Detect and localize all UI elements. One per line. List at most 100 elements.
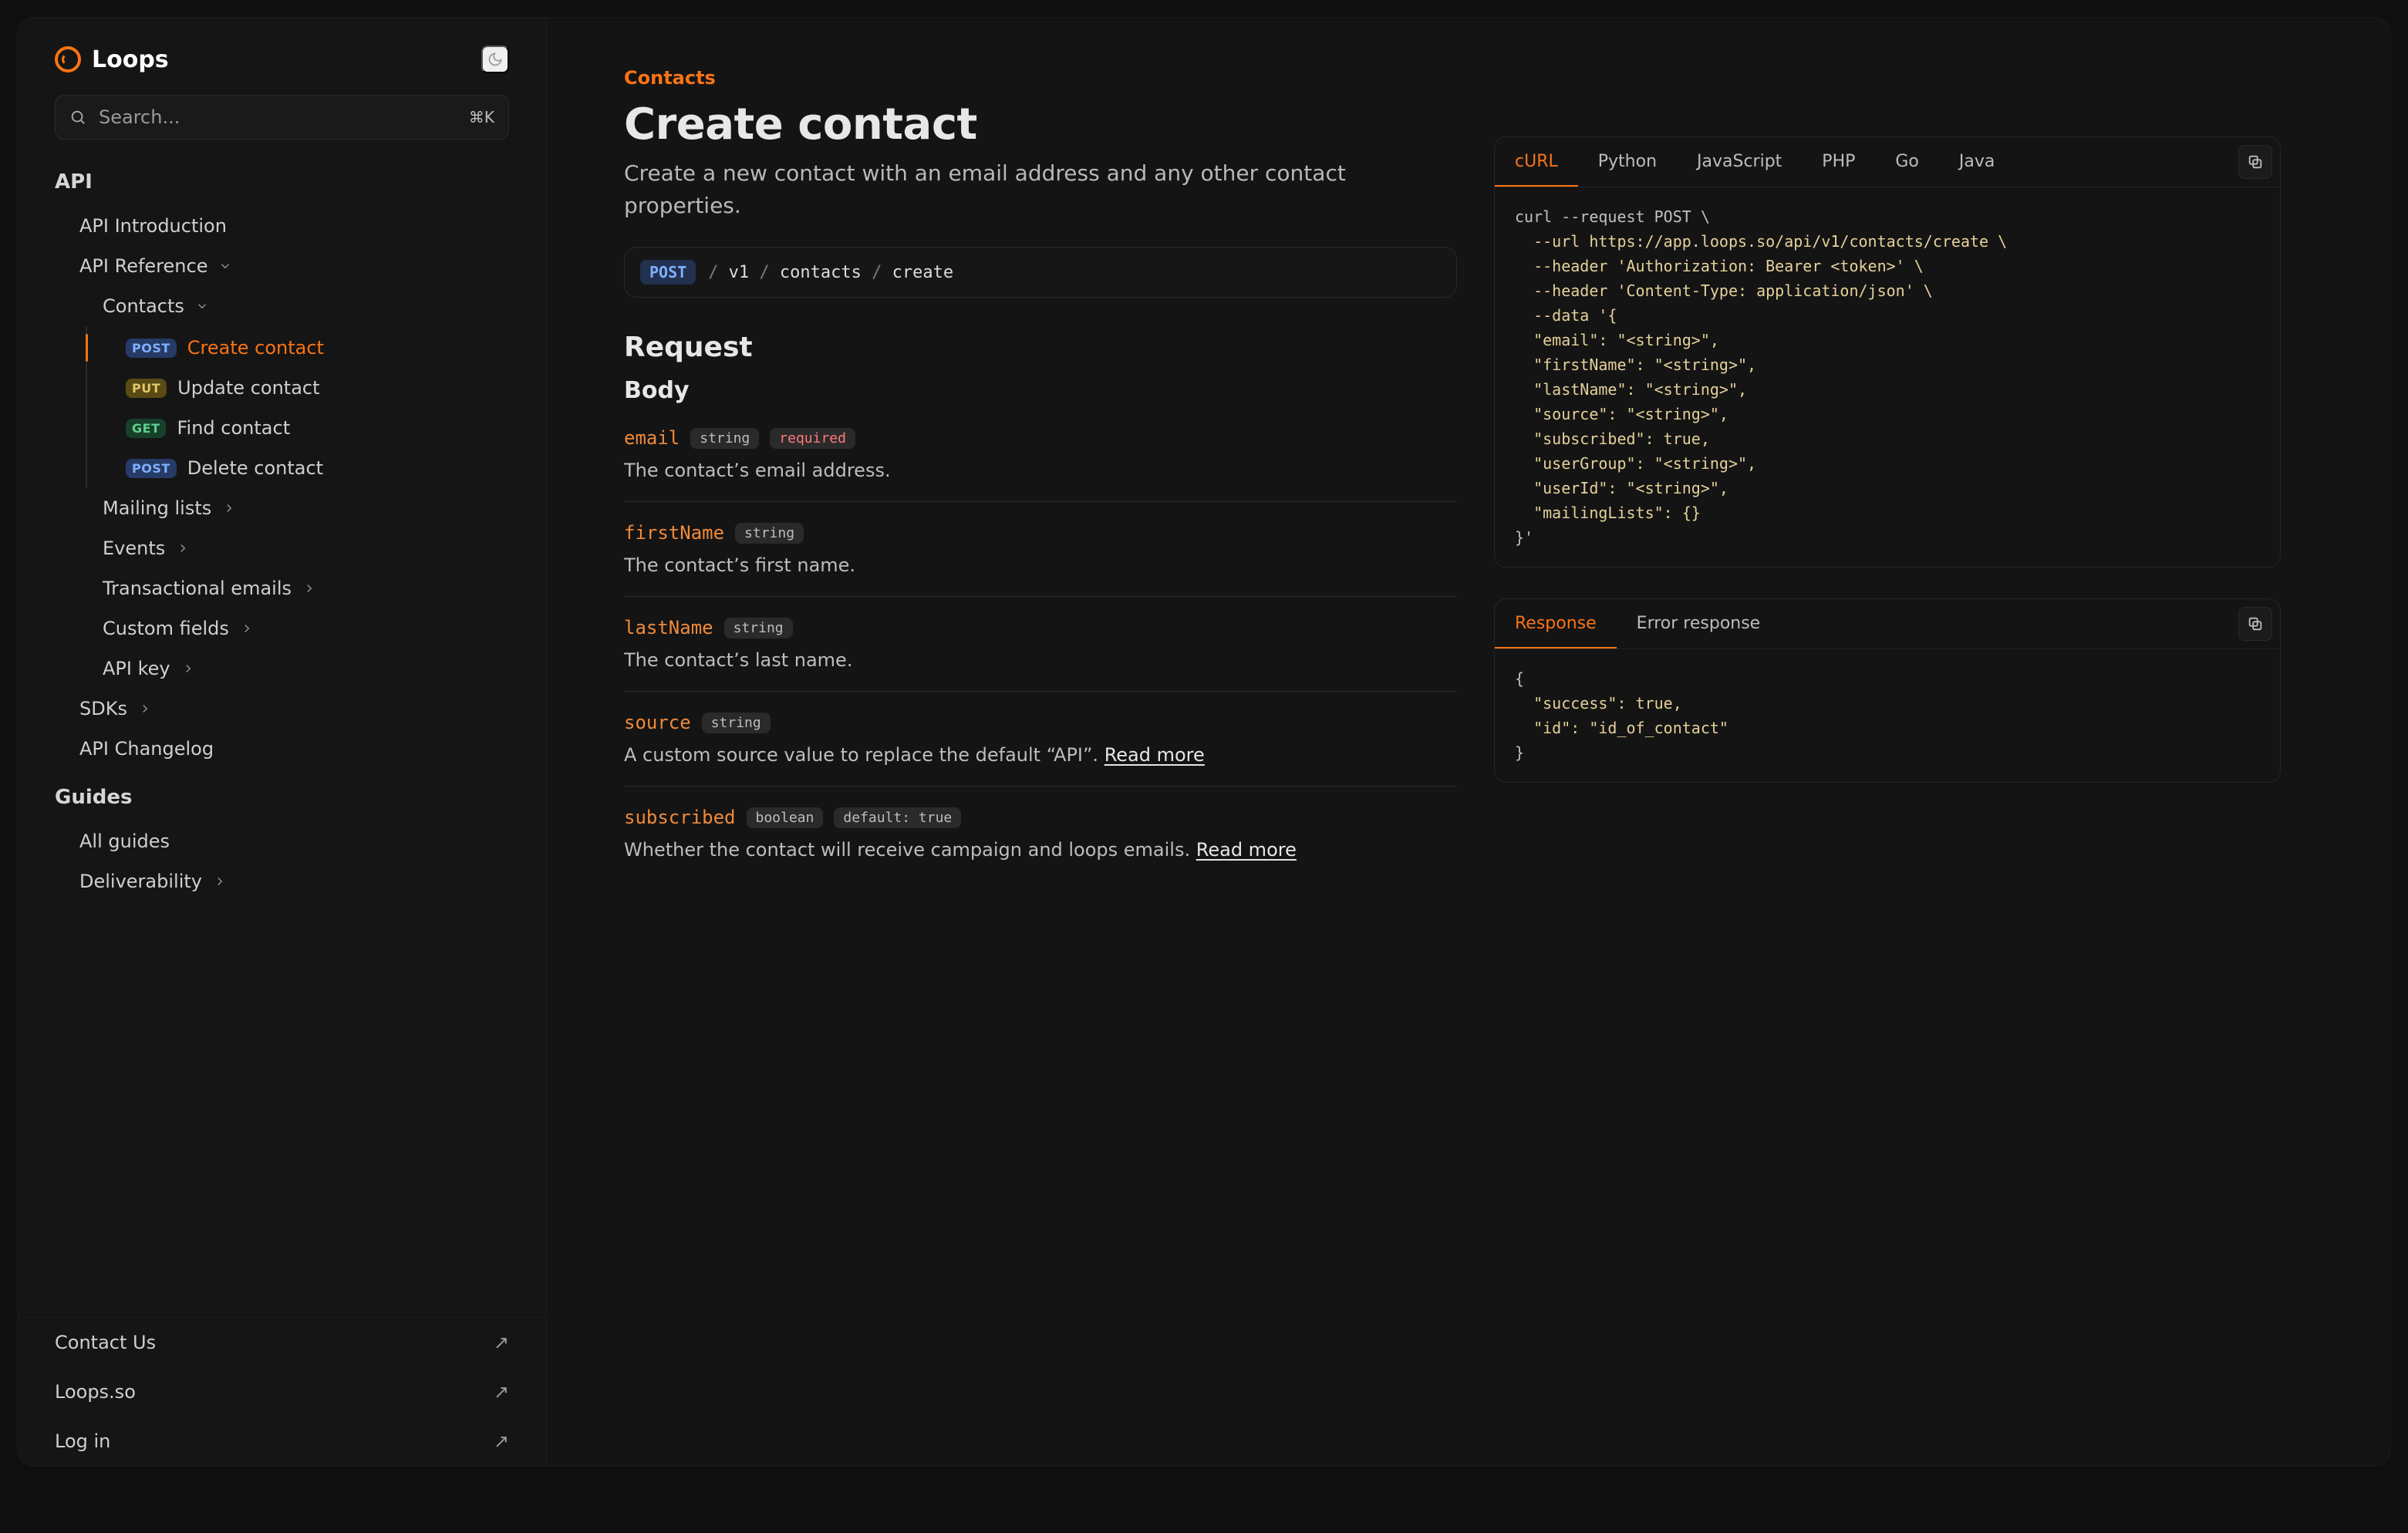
- response-panel: ResponseError response { "success": true…: [1494, 598, 2281, 783]
- response-tabs: ResponseError response: [1495, 599, 2280, 649]
- main: Contacts Create contact Create a new con…: [547, 18, 2390, 1466]
- footer-log-in[interactable]: Log in↗: [18, 1417, 546, 1466]
- nav-contacts-update[interactable]: PUTUpdate contact: [18, 368, 546, 408]
- chevron-right-icon: [213, 874, 227, 888]
- breadcrumb[interactable]: Contacts: [624, 67, 1457, 89]
- chevron-right-icon: [302, 581, 316, 595]
- chevron-right-icon: [181, 662, 195, 676]
- theme-toggle[interactable]: [481, 45, 509, 73]
- tab-response[interactable]: Response: [1495, 600, 1617, 649]
- field-firstName: firstName string The contact’s first name.: [624, 502, 1457, 597]
- moon-icon: [487, 50, 503, 69]
- external-arrow-icon: ↗: [494, 1381, 509, 1403]
- copy-icon: [2247, 615, 2264, 632]
- right-column: cURLPythonJavaScriptPHPGoJava curl --req…: [1494, 136, 2281, 1429]
- field-type-tag: string: [735, 523, 804, 544]
- field-desc: A custom source value to replace the def…: [624, 744, 1457, 766]
- field-desc: The contact’s first name.: [624, 554, 1457, 576]
- search-input[interactable]: Search... ⌘K: [55, 95, 509, 140]
- nav-api: API Introduction API Reference Contacts …: [18, 201, 546, 769]
- nav-guides: All guides Deliverability: [18, 817, 546, 901]
- footer-contact-us[interactable]: Contact Us↗: [18, 1318, 546, 1367]
- required-tag: required: [770, 428, 855, 449]
- chevron-down-icon: [218, 259, 232, 273]
- field-name: email: [624, 427, 680, 449]
- nav-api-changelog[interactable]: API Changelog: [18, 729, 546, 769]
- tab-go[interactable]: Go: [1875, 138, 1939, 187]
- chevron-right-icon: [222, 501, 236, 515]
- field-desc: The contact’s last name.: [624, 649, 1457, 671]
- nav-contacts[interactable]: Contacts: [18, 286, 546, 326]
- endpoint-box: POST / v1 / contacts / create: [624, 247, 1457, 298]
- body-heading: Body: [624, 377, 1457, 404]
- code-panel: cURLPythonJavaScriptPHPGoJava curl --req…: [1494, 136, 2281, 568]
- chevron-right-icon: [138, 702, 152, 716]
- nav-sdks[interactable]: SDKs: [18, 689, 546, 729]
- chevron-right-icon: [176, 541, 190, 555]
- method-badge-post: POST: [126, 339, 177, 358]
- brand-name: Loops: [92, 46, 169, 73]
- nav-contacts-find[interactable]: GETFind contact: [18, 408, 546, 448]
- method-pill: POST: [640, 260, 696, 285]
- field-type-tag: string: [690, 428, 759, 449]
- article: Contacts Create contact Create a new con…: [624, 67, 1457, 1429]
- read-more-link[interactable]: Read more: [1105, 744, 1205, 766]
- footer-loops-so[interactable]: Loops.so↗: [18, 1367, 546, 1417]
- search-placeholder: Search...: [99, 106, 457, 128]
- request-heading: Request: [624, 332, 1457, 363]
- field-type-tag: string: [702, 713, 771, 733]
- copy-response-button[interactable]: [2238, 607, 2272, 641]
- field-subscribed: subscribedbooleandefault: trueWhether th…: [624, 787, 1457, 881]
- page-title: Create contact: [624, 99, 1457, 150]
- nav-api-introduction[interactable]: API Introduction: [18, 206, 546, 246]
- field-email: emailstringrequiredThe contact’s email a…: [624, 407, 1457, 502]
- search-icon: [69, 109, 86, 126]
- nav-api-reference[interactable]: API Reference: [18, 246, 546, 286]
- nav-transactional-emails[interactable]: Transactional emails: [18, 568, 546, 608]
- nav-contacts-create[interactable]: POSTCreate contact: [18, 328, 546, 368]
- field-desc: Whether the contact will receive campaig…: [624, 839, 1457, 861]
- code-curl[interactable]: curl --request POST \ --url https://app.…: [1495, 187, 2280, 567]
- logo-icon: [55, 46, 81, 72]
- fields-list: emailstringrequiredThe contact’s email a…: [624, 407, 1457, 881]
- nav-all-guides[interactable]: All guides: [18, 821, 546, 861]
- field-type-tag: boolean: [747, 807, 824, 828]
- field-name: firstName: [624, 522, 724, 544]
- field-source: source string A custom source value to rep…: [624, 692, 1457, 787]
- read-more-link[interactable]: Read more: [1196, 839, 1297, 861]
- copy-icon: [2247, 153, 2264, 170]
- nav-events[interactable]: Events: [18, 528, 546, 568]
- app-window: Loops Search... ⌘K API API Introduction …: [17, 17, 2391, 1467]
- field-name: source: [624, 712, 691, 733]
- sidebar: Loops Search... ⌘K API API Introduction …: [18, 18, 547, 1466]
- code-tabs: cURLPythonJavaScriptPHPGoJava: [1495, 137, 2280, 187]
- section-guides-title: Guides: [18, 769, 546, 817]
- field-name: subscribed: [624, 807, 736, 828]
- tab-javascript[interactable]: JavaScript: [1677, 138, 1802, 187]
- tab-java[interactable]: Java: [1939, 138, 2015, 187]
- field-name: lastName: [624, 617, 713, 638]
- section-api-title: API: [18, 153, 546, 201]
- external-arrow-icon: ↗: [494, 1332, 509, 1353]
- nav-deliverability[interactable]: Deliverability: [18, 861, 546, 901]
- nav-mailing-lists[interactable]: Mailing lists: [18, 488, 546, 528]
- tab-error-response[interactable]: Error response: [1617, 600, 1781, 649]
- brand[interactable]: Loops: [55, 46, 169, 73]
- copy-code-button[interactable]: [2238, 145, 2272, 179]
- code-response[interactable]: { "success": true, "id": "id_of_contact"…: [1495, 649, 2280, 782]
- tab-php[interactable]: PHP: [1802, 138, 1875, 187]
- page-subtitle: Create a new contact with an email addre…: [624, 157, 1457, 222]
- method-badge-post: POST: [126, 459, 177, 478]
- nav-custom-fields[interactable]: Custom fields: [18, 608, 546, 649]
- nav-api-key[interactable]: API key: [18, 649, 546, 689]
- field-lastName: lastNamestringThe contact’s last name.: [624, 597, 1457, 692]
- endpoint-path: / v1 / contacts / create: [708, 263, 953, 282]
- chevron-down-icon: [195, 299, 209, 313]
- method-badge-put: PUT: [126, 379, 167, 398]
- nav-contacts-delete[interactable]: POSTDelete contact: [18, 448, 546, 488]
- external-arrow-icon: ↗: [494, 1430, 509, 1452]
- sidebar-footer: Contact Us↗ Loops.so↗ Log in↗: [18, 1317, 546, 1466]
- chevron-right-icon: [240, 622, 254, 635]
- tab-python[interactable]: Python: [1578, 138, 1677, 187]
- tab-curl[interactable]: cURL: [1495, 138, 1578, 187]
